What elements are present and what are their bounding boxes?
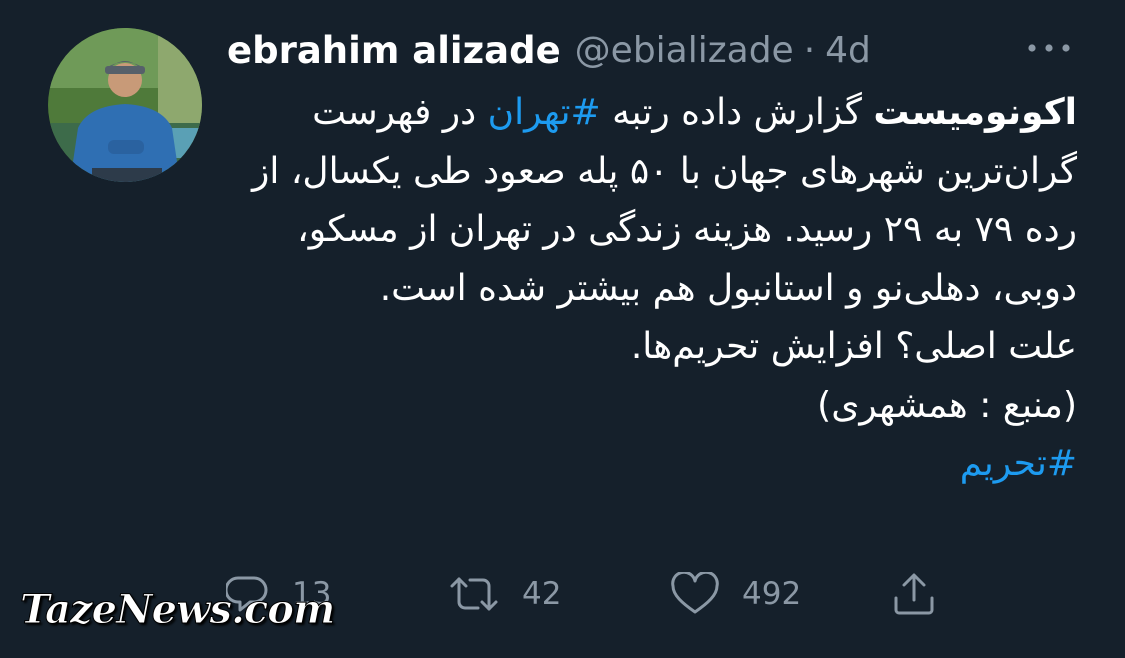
author-avatar[interactable] <box>48 28 202 182</box>
more-options-button[interactable] <box>1022 30 1076 66</box>
tweet-paragraph-cause: علت اصلی؟ افزایش تحریم‌ها. <box>630 326 1077 367</box>
header-separator: · <box>803 29 816 71</box>
site-watermark: TazeNews.com <box>19 586 335 634</box>
tweet-bold-word: اکونومیست <box>873 92 1077 133</box>
tweet-text-segment: گزارش داده رتبه <box>600 92 874 133</box>
like-button[interactable]: 492 <box>670 566 801 622</box>
tweet-text: اکونومیست گزارش داده رتبه #تهران در فهرس… <box>227 84 1077 494</box>
share-icon <box>890 570 938 618</box>
hashtag-sanctions-link[interactable]: #تحریم <box>960 443 1077 484</box>
hashtag-tehran-link[interactable]: #تهران <box>488 92 601 133</box>
more-options-icon <box>1027 43 1071 53</box>
retweet-button[interactable]: 42 <box>448 566 561 622</box>
tweet-paragraph-main: اکونومیست گزارش داده رتبه #تهران در فهرس… <box>227 84 1077 318</box>
share-button[interactable] <box>890 566 938 622</box>
author-name[interactable]: ebrahim alizade <box>227 29 561 72</box>
retweet-count: 42 <box>522 576 562 612</box>
tweet-paragraph-hashtag: #تحریم <box>227 435 1077 494</box>
tweet-paragraph-source: (منبع : همشهری) <box>817 384 1077 426</box>
like-count: 492 <box>742 576 802 612</box>
tweet-actions: 13 42 492 <box>226 566 966 622</box>
heart-icon <box>670 572 720 616</box>
tweet-header: ebrahim alizade @ebializade · 4d <box>227 28 871 72</box>
retweet-icon <box>448 572 500 616</box>
tweet-timestamp[interactable]: 4d <box>825 30 871 71</box>
author-handle[interactable]: @ebializade <box>575 30 794 71</box>
